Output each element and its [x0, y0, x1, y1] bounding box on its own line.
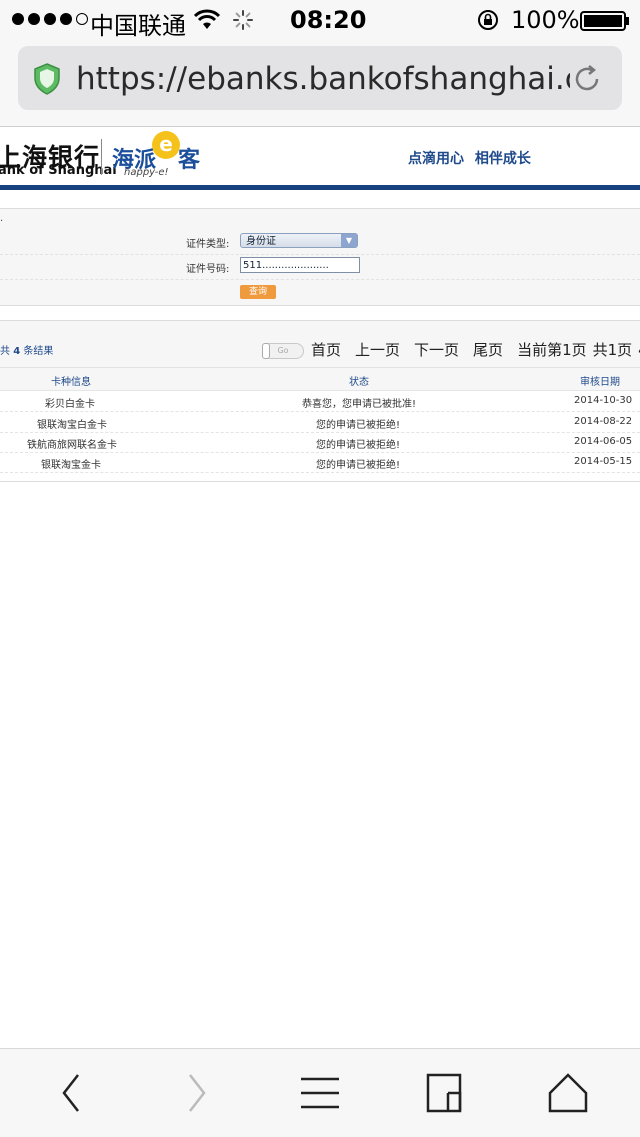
date-cell: 2014-05-15: [574, 456, 633, 467]
table-row: 彩贝白金卡 恭喜您，您申请已被批准! 2014-10-30: [0, 391, 640, 412]
url-text[interactable]: https://ebanks.bankofshanghai.com: [76, 61, 570, 97]
happy-e-logo-icon: e: [152, 131, 180, 159]
pagination: 首页上一页下一页尾页当前第1页共1页4条: [311, 339, 640, 360]
bank-logo-english[interactable]: ank of Shanghai: [0, 163, 117, 178]
status-cell: 恭喜您，您申请已被批准!: [302, 399, 417, 410]
date-cell: 2014-08-22: [574, 416, 633, 427]
first-page-link[interactable]: 首页: [311, 341, 341, 359]
tabs-icon[interactable]: [422, 1071, 466, 1115]
results-panel: 共 4 条结果 Go 首页上一页下一页尾页当前第1页共1页4条 卡种信息 状态 …: [0, 320, 640, 482]
header-divider-bar: [0, 185, 640, 190]
table-row: 银联淘宝白金卡 您的申请已被拒绝! 2014-08-22: [0, 412, 640, 433]
back-icon[interactable]: [50, 1071, 94, 1115]
id-type-label: 证件类型:: [186, 239, 230, 250]
current-page-info: 当前第1页: [517, 341, 587, 359]
date-cell: 2014-10-30: [574, 395, 633, 406]
card-cell: 银联淘宝金卡: [41, 460, 101, 471]
home-icon[interactable]: [546, 1071, 590, 1115]
status-time: 08:20: [290, 6, 367, 34]
prev-page-link[interactable]: 上一页: [355, 341, 400, 359]
table-row: 铁航商旅网联名金卡 您的申请已被拒绝! 2014-06-05: [0, 432, 640, 453]
signal-strength-icon: [12, 13, 88, 25]
card-cell: 银联淘宝白金卡: [37, 420, 107, 431]
status-cell: 您的申请已被拒绝!: [316, 460, 401, 471]
id-type-select[interactable]: 身份证 ▼: [240, 233, 358, 248]
card-cell: 彩贝白金卡: [45, 399, 95, 410]
table-row: 银联淘宝金卡 您的申请已被拒绝! 2014-05-15: [0, 452, 640, 473]
column-header-card: 卡种信息: [51, 377, 91, 388]
results-count: 共 4 条结果: [0, 346, 54, 357]
id-number-input[interactable]: 511.....................: [240, 257, 360, 273]
id-number-row: 证件号码: 511.....................: [0, 255, 640, 280]
results-table-header: 卡种信息 状态 审核日期: [0, 368, 640, 391]
total-pages-info: 共1页: [592, 341, 633, 359]
bank-header: 上海银行 ank of Shanghai 海派客 e happy-e! 点滴用心…: [0, 127, 640, 189]
bank-slogan: 点滴用心 相伴成长: [408, 151, 531, 167]
browser-address-area: https://ebanks.bankofshanghai.com: [0, 40, 640, 127]
card-cell: 铁航商旅网联名金卡: [27, 440, 117, 451]
status-cell: 您的申请已被拒绝!: [316, 440, 401, 451]
secure-shield-icon: [32, 62, 62, 100]
column-header-status: 状态: [349, 377, 369, 388]
last-page-link[interactable]: 尾页: [473, 341, 503, 359]
id-type-row: 证件类型: 身份证 ▼: [0, 230, 640, 255]
query-button[interactable]: 查询: [240, 285, 276, 299]
battery-icon: [580, 11, 630, 35]
url-bar[interactable]: https://ebanks.bankofshanghai.com: [18, 46, 622, 110]
page-number-input[interactable]: [262, 343, 270, 359]
results-toolbar: 共 4 条结果 Go 首页上一页下一页尾页当前第1页共1页4条: [0, 321, 640, 368]
carrier-name: 中国联通: [90, 12, 186, 40]
wifi-icon: [193, 9, 221, 35]
column-header-date: 审核日期: [580, 377, 620, 388]
rotation-lock-icon: [476, 9, 500, 35]
reload-icon[interactable]: [570, 62, 604, 100]
date-cell: 2014-06-05: [574, 436, 633, 447]
browser-toolbar: [0, 1048, 640, 1137]
bookmarks-icon[interactable]: [298, 1071, 342, 1115]
next-page-link[interactable]: 下一页: [414, 341, 459, 359]
happy-e-brand-english: happy-e!: [124, 167, 169, 178]
status-bar: 中国联通 08:20 100%: [0, 0, 640, 40]
search-form: · 证件类型: 身份证 ▼ 证件号码: 511.................…: [0, 208, 640, 306]
id-number-label: 证件号码:: [186, 264, 230, 275]
activity-spinner-icon: [232, 9, 254, 35]
battery-percentage: 100%: [511, 6, 580, 34]
status-cell: 您的申请已被拒绝!: [316, 420, 401, 431]
forward-icon[interactable]: [176, 1071, 220, 1115]
logo-divider: [101, 139, 102, 175]
id-type-selected-value: 身份证: [246, 236, 276, 247]
chevron-down-icon[interactable]: ▼: [341, 234, 357, 247]
panel-corner-mark: ·: [0, 216, 4, 227]
